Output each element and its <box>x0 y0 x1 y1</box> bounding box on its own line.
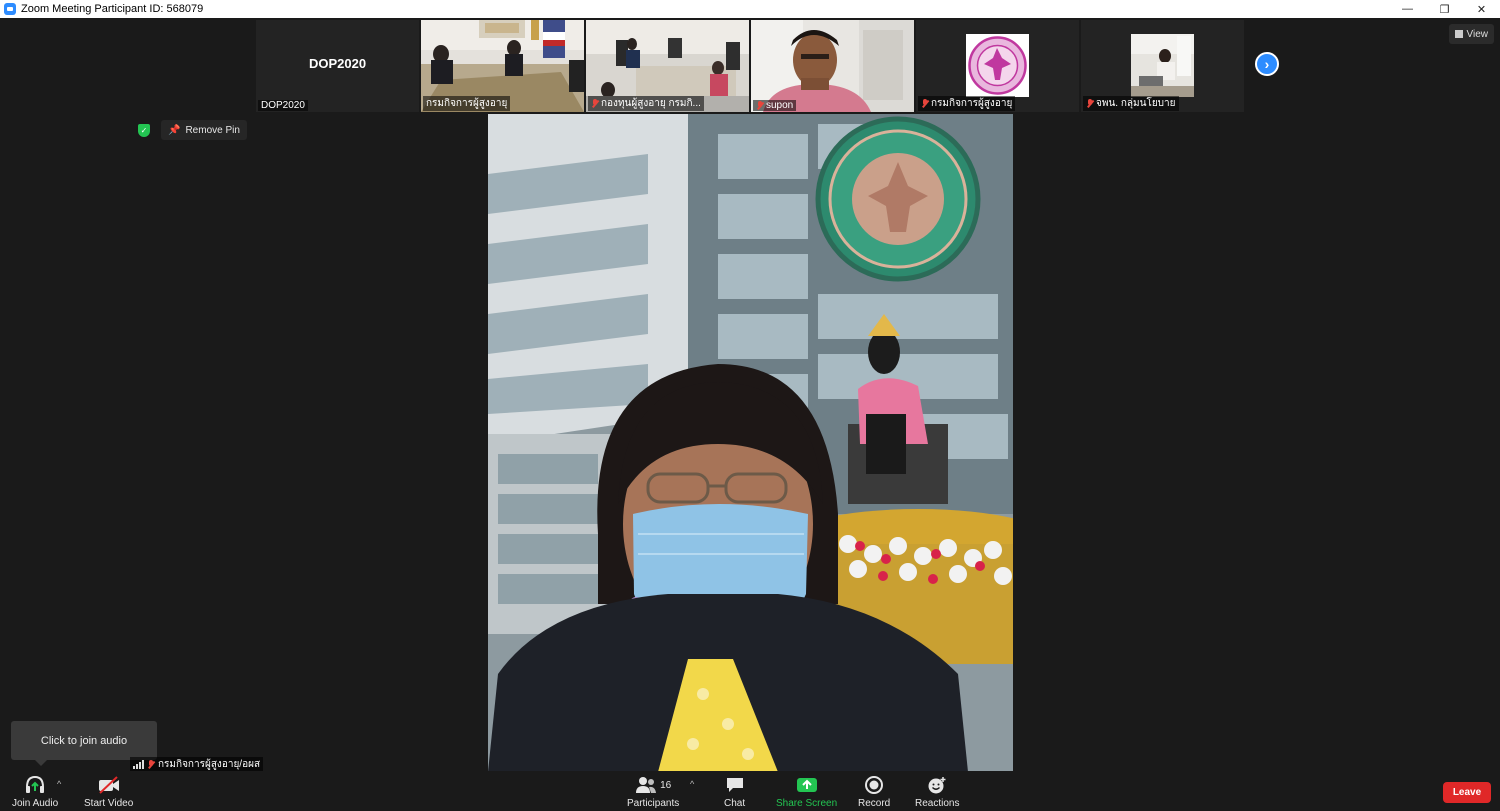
participant-name: จพน. กลุ่มนโยบาย <box>1096 98 1176 109</box>
participants-button[interactable]: 16 Participants <box>627 774 679 809</box>
mic-muted-icon <box>147 759 155 769</box>
participants-icon: 16 <box>635 774 671 796</box>
participants-label: Participants <box>627 798 680 809</box>
participant-name-label: supon <box>753 100 797 111</box>
participants-options-caret[interactable]: ^ <box>690 779 694 789</box>
chat-button[interactable]: Chat <box>724 774 745 809</box>
share-screen-icon <box>796 774 818 796</box>
pin-icon: 📌 <box>168 124 181 136</box>
chevron-right-icon: › <box>1264 56 1270 72</box>
record-icon <box>865 774 884 796</box>
record-button[interactable]: Record <box>858 774 890 809</box>
emoji-icon <box>927 774 947 796</box>
speaker-video-frame <box>488 114 1013 772</box>
participant-name: กองทุนผู้สูงอายุ กรมกิ... <box>601 98 701 109</box>
minimize-button[interactable]: — <box>1389 0 1426 18</box>
reactions-label: Reactions <box>915 798 960 809</box>
audio-options-caret[interactable]: ^ <box>57 779 61 789</box>
participant-name-label: กองทุนผู้สูงอายุ กรมกิ... <box>588 96 704 111</box>
meeting-toolbar: Join Audio ^ Start Video 16 Participants… <box>0 771 1500 811</box>
participant-center-name: DOP2020 <box>308 56 367 71</box>
leave-button[interactable]: Leave <box>1443 782 1491 803</box>
view-button[interactable]: View <box>1448 24 1494 44</box>
join-audio-label: Join Audio <box>12 798 59 809</box>
meeting-stage: DOP2020 DOP2020 กรมกิจการผู้สูงอายุ กองท… <box>0 18 1500 772</box>
next-page-button[interactable]: › <box>1255 52 1279 76</box>
participant-name: กรมกิจการผู้สูงอายุ <box>931 98 1013 109</box>
participant-name-label: กรมกิจการผู้สูงอายุ <box>918 96 1016 111</box>
window-title: Zoom Meeting Participant ID: 568079 <box>21 3 204 15</box>
video-off-icon <box>97 774 121 796</box>
self-view-label: กรมกิจการผู้สูงอายุ/อผส <box>130 757 264 771</box>
signal-strength-icon <box>133 759 144 769</box>
pinned-video <box>488 114 1013 772</box>
title-bar: Zoom Meeting Participant ID: 568079 — ❐ … <box>0 0 1500 18</box>
record-label: Record <box>858 798 891 809</box>
participant-tile[interactable]: กรมกิจการผู้สูงอายุ <box>916 20 1079 112</box>
self-view-name: กรมกิจการผู้สูงอายุ/อผส <box>158 758 261 770</box>
chat-icon <box>725 774 745 796</box>
window-controls: — ❐ ✕ <box>1389 0 1500 18</box>
join-audio-tooltip: Click to join audio <box>11 721 157 766</box>
mic-muted-icon <box>1086 99 1094 108</box>
share-screen-button[interactable]: Share Screen <box>776 774 837 809</box>
tooltip-text: Click to join audio <box>40 734 128 747</box>
participants-count: 16 <box>660 779 672 791</box>
restore-button[interactable]: ❐ <box>1426 0 1463 18</box>
headphones-icon <box>24 774 46 796</box>
mic-muted-icon <box>591 99 599 108</box>
chat-label: Chat <box>724 798 746 809</box>
start-video-label: Start Video <box>84 798 134 809</box>
mic-muted-icon <box>921 99 929 108</box>
participant-tile[interactable]: กรมกิจการผู้สูงอายุ <box>421 20 584 112</box>
participant-tile[interactable]: กองทุนผู้สูงอายุ กรมกิ... <box>586 20 749 112</box>
participant-tile[interactable]: supon <box>751 20 914 112</box>
reactions-button[interactable]: Reactions <box>915 774 959 809</box>
start-video-button[interactable]: Start Video <box>84 774 133 809</box>
participant-name-label: จพน. กลุ่มนโยบาย <box>1083 96 1179 111</box>
view-button-label: View <box>1466 28 1489 40</box>
close-button[interactable]: ✕ <box>1463 0 1500 18</box>
participant-name: DOP2020 <box>261 100 305 111</box>
join-audio-button[interactable]: Join Audio <box>12 774 58 809</box>
share-screen-label: Share Screen <box>776 798 838 809</box>
participant-name-label: DOP2020 <box>258 100 308 111</box>
participant-name: กรมกิจการผู้สูงอายุ <box>426 98 508 109</box>
security-shield-icon: ✓ <box>138 124 150 137</box>
zoom-app-icon <box>4 3 16 15</box>
participant-video <box>751 20 914 112</box>
gallery-strip: DOP2020 DOP2020 กรมกิจการผู้สูงอายุ กองท… <box>256 20 1244 112</box>
participant-tile[interactable]: DOP2020 DOP2020 <box>256 20 419 112</box>
mic-muted-icon <box>756 101 764 110</box>
participant-name: supon <box>766 100 794 111</box>
participant-tile[interactable]: จพน. กลุ่มนโยบาย <box>1081 20 1244 112</box>
remove-pin-label: Remove Pin <box>185 124 240 136</box>
participant-name-label: กรมกิจการผู้สูงอายุ <box>423 96 511 111</box>
remove-pin-button[interactable]: 📌 Remove Pin <box>161 120 247 140</box>
grid-icon <box>1454 30 1463 38</box>
